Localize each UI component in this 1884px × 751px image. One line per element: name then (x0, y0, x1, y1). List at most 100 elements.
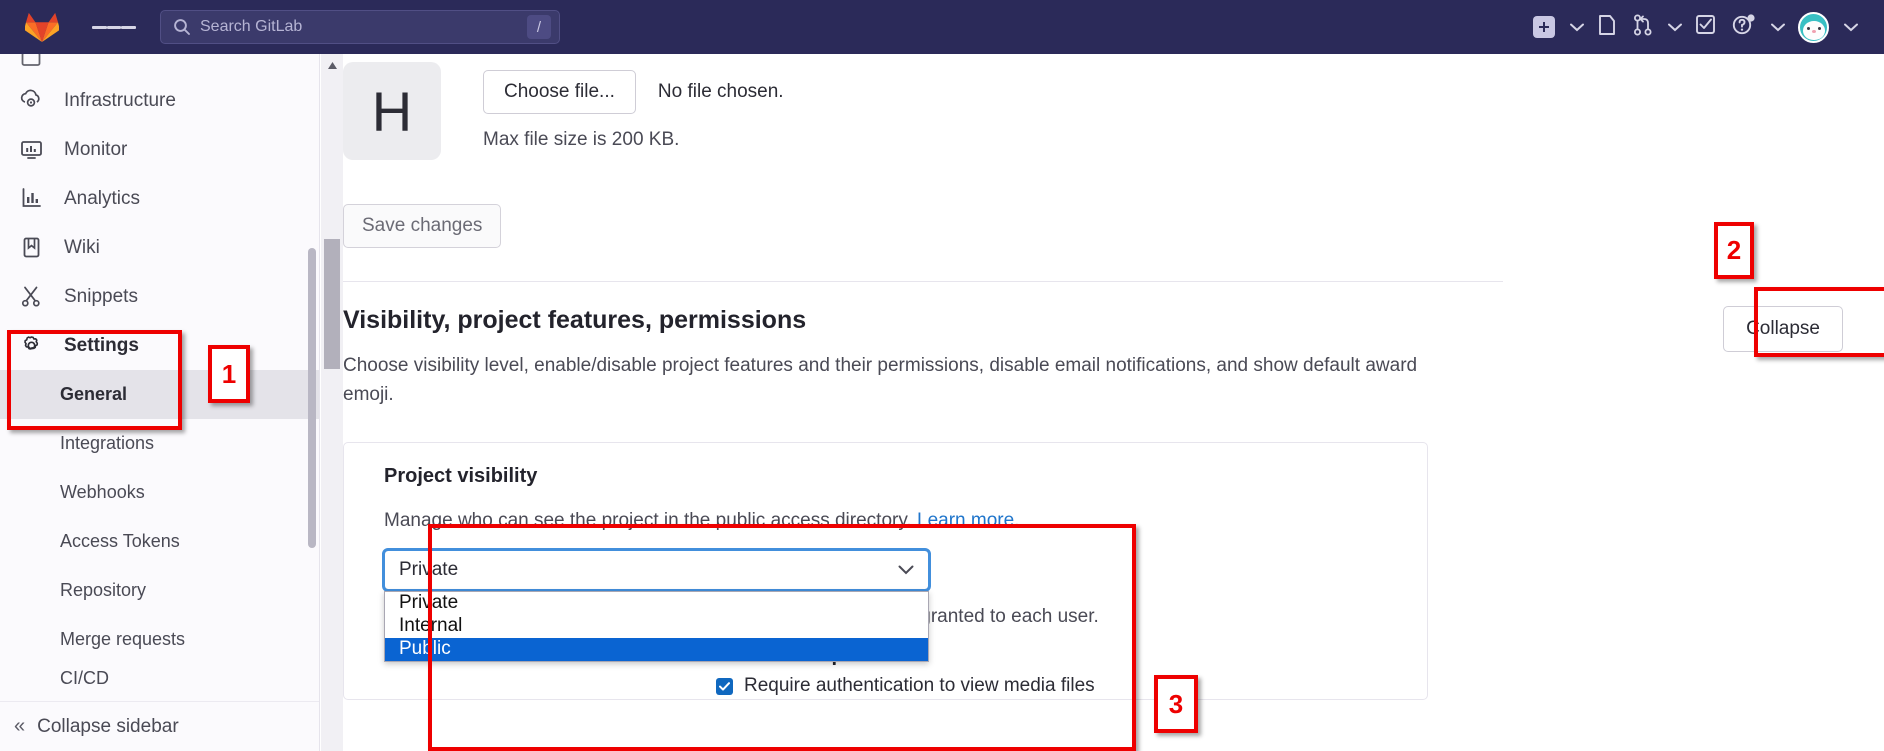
merge-requests-button[interactable] (1626, 0, 1660, 54)
gitlab-project-settings-page: Search GitLab / Infrastructure Monitor A… (0, 0, 1884, 751)
sidebar-scrollbar-thumb[interactable] (308, 248, 316, 548)
sidebar-item-repository[interactable]: Repository (0, 566, 319, 615)
project-visibility-card: Project visibility Manage who can see th… (343, 441, 1428, 700)
sidebar-item-label: Settings (64, 334, 139, 356)
scroll-up-arrow-icon[interactable] (321, 54, 343, 76)
plus-square-icon (1533, 16, 1555, 38)
sidebar-item-access-tokens[interactable]: Access Tokens (0, 517, 319, 566)
hamburger-icon[interactable] (92, 5, 137, 49)
sidebar-subitem-label: CI/CD (60, 667, 109, 688)
no-file-chosen-text: No file chosen. (657, 81, 784, 102)
sidebar-item-label: Analytics (64, 187, 141, 209)
option-internal[interactable]: Internal (385, 615, 928, 638)
search-shortcut-key: / (527, 15, 551, 39)
sidebar-item-label: Snippets (64, 285, 138, 307)
sidebar-subitem-label: Webhooks (60, 482, 145, 502)
double-chevron-left-icon: « (14, 715, 26, 737)
project-visibility-select[interactable]: Private (382, 547, 931, 592)
visibility-desc-prefix: Manage who can see the project in the pu… (384, 509, 917, 531)
sidebar-scrollbar[interactable] (308, 58, 316, 698)
issues-page-icon (1597, 14, 1617, 41)
search-placeholder-text: Search GitLab (200, 18, 303, 35)
require-auth-checkbox-row[interactable]: Require authentication to view media fil… (716, 675, 1095, 697)
create-new-button[interactable] (1526, 0, 1562, 54)
topbar-actions (1526, 0, 1884, 54)
project-visibility-options-list[interactable]: Private Internal Public (384, 590, 929, 662)
project-visibility-description: Manage who can see the project in the pu… (384, 510, 1427, 532)
sidebar-subitem-label: Repository (60, 580, 147, 600)
choose-file-button[interactable]: Choose file... (483, 70, 636, 114)
option-private[interactable]: Private (385, 592, 928, 615)
sidebar-item-label: Monitor (64, 138, 128, 160)
settings-main-content: H Choose file... No file chosen. Max fil… (343, 54, 1884, 751)
page-section-title: Visibility, project features, permission… (343, 306, 807, 334)
merge-request-icon (1633, 14, 1653, 41)
learn-more-link[interactable]: Learn more (917, 510, 1014, 531)
require-auth-checkbox[interactable] (716, 677, 733, 695)
sidebar-item-infrastructure[interactable]: Infrastructure (0, 76, 319, 125)
sidebar-subitem-label: Merge requests (60, 629, 186, 649)
content-scrollbar-thumb[interactable] (324, 239, 340, 369)
collapse-sidebar-button[interactable]: « Collapse sidebar (0, 701, 319, 751)
sidebar-item-cicd[interactable]: CI/CD (0, 664, 319, 692)
sidebar-subitem-label: Integrations (60, 433, 155, 453)
max-file-size-hint: Max file size is 200 KB. (483, 129, 680, 150)
infrastructure-icon (20, 89, 50, 112)
avatar (1798, 11, 1829, 43)
sidebar-item-snippets[interactable]: Snippets (0, 272, 319, 321)
sidebar-nav-scroll: Infrastructure Monitor Analytics Wiki Sn… (0, 54, 319, 700)
file-upload-group: Choose file... No file chosen. Max file … (483, 62, 784, 151)
create-new-chevron-down-icon[interactable] (1566, 23, 1588, 32)
user-avatar-button[interactable] (1791, 0, 1836, 54)
user-menu-chevron-down-icon[interactable] (1840, 23, 1862, 32)
top-navigation-bar: Search GitLab / (0, 0, 1884, 54)
analytics-chart-icon (20, 187, 50, 210)
book-icon (20, 236, 50, 259)
sidebar-item-analytics[interactable]: Analytics (0, 174, 319, 223)
sidebar-item-monitor[interactable]: Monitor (0, 125, 319, 174)
section-divider (343, 281, 1503, 282)
sidebar-item-label: Infrastructure (64, 89, 176, 111)
sidebar-item-merge-requests[interactable]: Merge requests (0, 615, 319, 664)
search-icon (173, 18, 191, 36)
search-input[interactable]: Search GitLab / (160, 10, 560, 44)
package-icon (20, 54, 50, 70)
todo-checkbox-icon (1695, 14, 1716, 40)
project-avatar-row: H Choose file... No file chosen. Max fil… (343, 54, 1884, 160)
sidebar-item-webhooks[interactable]: Webhooks (0, 468, 319, 517)
question-circle-icon (1732, 13, 1756, 41)
sidebar-item-integrations[interactable]: Integrations (0, 419, 319, 468)
scissors-icon (20, 285, 50, 308)
help-button[interactable] (1725, 0, 1763, 54)
annotation-number-1: 1 (208, 345, 250, 403)
sidebar-item-partial-top[interactable] (0, 54, 319, 76)
option-public[interactable]: Public (385, 637, 928, 661)
issues-button[interactable] (1590, 0, 1624, 54)
project-visibility-selected-value: Private (399, 558, 459, 580)
project-visibility-select-wrapper: Private Private Internal Public (382, 547, 931, 662)
visibility-desc-suffix: . (1014, 509, 1020, 531)
save-changes-button[interactable]: Save changes (343, 204, 502, 248)
help-chevron-down-icon[interactable] (1767, 23, 1789, 32)
collapse-section-button[interactable]: Collapse (1723, 306, 1843, 352)
merge-requests-chevron-down-icon[interactable] (1664, 23, 1686, 32)
chevron-down-icon (898, 559, 914, 581)
todos-button[interactable] (1688, 0, 1723, 54)
project-avatar: H (343, 62, 441, 160)
project-visibility-title: Project visibility (384, 464, 538, 487)
collapse-sidebar-label: Collapse sidebar (37, 715, 179, 737)
sidebar-item-settings[interactable]: Settings (0, 321, 319, 370)
content-scrollbar[interactable] (321, 54, 343, 751)
sidebar-item-general[interactable]: General (0, 370, 319, 419)
annotation-number-3: 3 (1154, 675, 1198, 733)
project-sidebar: Infrastructure Monitor Analytics Wiki Sn… (0, 54, 320, 751)
sidebar-item-wiki[interactable]: Wiki (0, 223, 319, 272)
require-auth-label: Require authentication to view media fil… (744, 675, 1095, 696)
annotation-number-2: 2 (1714, 222, 1754, 279)
monitor-icon (20, 138, 50, 161)
sidebar-subitem-label: Access Tokens (60, 531, 180, 551)
visibility-section-header: Visibility, project features, permission… (343, 306, 1884, 410)
sidebar-subitem-label: General (60, 384, 128, 404)
sidebar-item-label: Wiki (64, 236, 100, 258)
gitlab-fox-logo[interactable] (14, 11, 70, 43)
